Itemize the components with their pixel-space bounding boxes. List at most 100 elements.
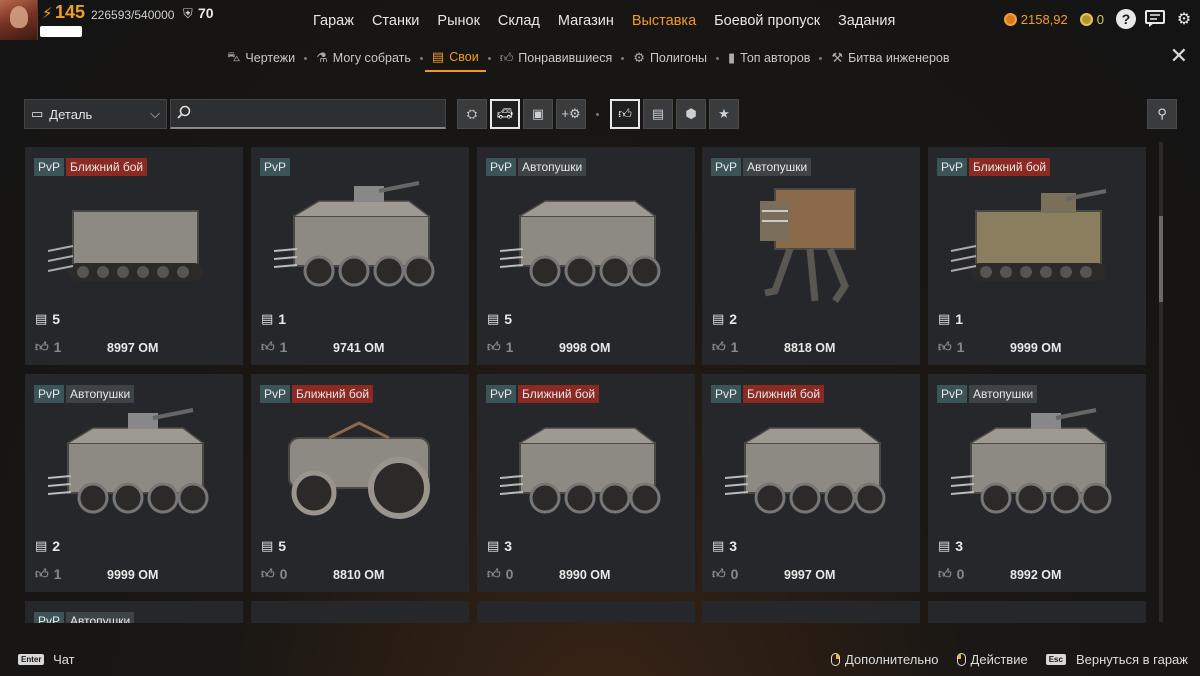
gear-icon[interactable]: ⚙ xyxy=(1174,9,1194,29)
wrench-person-icon: ⚗ xyxy=(316,50,328,65)
tag-pvp: PvP xyxy=(34,158,65,176)
saves-count: ▤ 5 xyxy=(487,311,512,327)
subtab-1[interactable]: ⚗ Могу собрать xyxy=(309,44,418,72)
blueprint-card[interactable]: PvP Ближний бой ▤ 5 👍︎ 1 8997 ОМ xyxy=(25,147,243,365)
likes-count: 👍︎ 1 xyxy=(712,339,738,355)
blueprint-card[interactable]: PvP Автопушки ▤ 5 👍︎ 1 9998 ОМ xyxy=(477,147,695,365)
nav-item-1[interactable]: Станки xyxy=(363,0,428,42)
nav-item-4[interactable]: Магазин xyxy=(549,0,623,42)
subnav-separator xyxy=(716,56,719,60)
thumbs-up-icon: 👍︎ xyxy=(487,339,501,354)
blueprint-grid: PvP Ближний бой ▤ 5 👍︎ 1 8997 ОМ PvP ▤ 1 👍︎ 1 9741… xyxy=(25,147,1146,623)
search-icon xyxy=(177,105,191,122)
blueprint-card[interactable]: PvP Автопушки ▤ 2 👍︎ 1 9999 ОМ xyxy=(25,374,243,592)
blueprint-card[interactable]: PvP Ближний бой ▤ 1 👍︎ 1 9999 ОМ xyxy=(928,147,1146,365)
subtab-5[interactable]: ▮ Топ авторов xyxy=(721,44,817,72)
vehicle-image xyxy=(946,408,1128,538)
hint-more[interactable]: Дополнительно xyxy=(830,652,939,667)
tag-pvp: PvP xyxy=(486,385,517,403)
blueprint-card-partial[interactable] xyxy=(251,601,469,623)
subtab-0[interactable]: ⛍ Чертежи xyxy=(220,44,302,72)
thumbs-up-icon: 👍︎ xyxy=(712,339,726,354)
coins-icon xyxy=(1003,13,1017,26)
tag-melee: Ближний бой xyxy=(743,385,825,403)
card-tags: PvP Ближний бой xyxy=(260,385,374,403)
filter-car-icon[interactable]: 🚙︎ xyxy=(490,99,520,129)
scroll-thumb[interactable] xyxy=(1159,216,1163,302)
blueprint-card[interactable]: PvP Ближний бой ▤ 3 👍︎ 0 9997 ОМ xyxy=(702,374,920,592)
power-score: 9741 ОМ xyxy=(333,341,385,355)
subtab-6[interactable]: ⚒ Битва инженеров xyxy=(824,44,956,72)
chat-button[interactable]: Enter Чат xyxy=(18,652,75,667)
tag-pvp: PvP xyxy=(34,385,65,403)
help-icon[interactable]: ? xyxy=(1116,9,1136,29)
blueprint-card[interactable]: PvP Ближний бой ▤ 5 👍︎ 0 8810 ОМ xyxy=(251,374,469,592)
blueprint-card[interactable]: PvP Автопушки ▤ 3 👍︎ 0 8992 ОМ xyxy=(928,374,1146,592)
saves-count: ▤ 3 xyxy=(487,538,512,554)
subtab-label: Свои xyxy=(449,50,479,64)
blueprint-card-partial[interactable] xyxy=(928,601,1146,623)
back-to-garage-button[interactable]: Esc Вернуться в гараж xyxy=(1045,652,1188,667)
nav-item-2[interactable]: Рынок xyxy=(428,0,489,42)
subtab-3[interactable]: 👍︎ Понравившиеся xyxy=(493,44,620,72)
save-disk-icon: ▤ xyxy=(431,49,445,64)
blueprint-card[interactable]: PvP Автопушки ▤ 2 👍︎ 1 8818 ОМ xyxy=(702,147,920,365)
tag-pvp: PvP xyxy=(260,158,291,176)
search-input[interactable] xyxy=(197,106,437,121)
filter-exclusive-icon[interactable]: ⬢ xyxy=(676,99,706,129)
blueprint-card[interactable]: PvP ▤ 1 👍︎ 1 9741 ОМ xyxy=(251,147,469,365)
thumbs-up-icon: 👍︎ xyxy=(712,566,726,581)
saves-value: 1 xyxy=(955,311,964,327)
filter-armored-car-icon[interactable]: ▣ xyxy=(523,99,553,129)
blueprint-card-partial[interactable] xyxy=(702,601,920,623)
blueprint-card-partial[interactable] xyxy=(477,601,695,623)
subtab-2[interactable]: ▤ Свои xyxy=(424,44,486,72)
likes-count: 👍︎ 0 xyxy=(938,566,964,582)
nav-item-0[interactable]: Гараж xyxy=(304,0,363,42)
tag-auto: Автопушки xyxy=(518,158,587,176)
player-avatar[interactable] xyxy=(0,0,38,40)
subtab-label: Полигоны xyxy=(649,51,707,65)
saves-value: 3 xyxy=(729,538,738,554)
likes-count: 👍︎ 1 xyxy=(261,339,287,355)
card-tags: PvP Ближний бой xyxy=(34,158,148,176)
card-tags: PvP Автопушки xyxy=(711,158,812,176)
filter-liked-icon[interactable]: 👍︎ xyxy=(610,99,640,129)
subnav-separator xyxy=(621,56,625,60)
category-dropdown[interactable]: ▭ Деталь ⌵ xyxy=(24,99,167,129)
vehicle-image xyxy=(495,181,677,311)
thumbs-up-icon: 👍︎ xyxy=(938,566,952,581)
likes-count: 👍︎ 1 xyxy=(487,339,513,355)
subtab-4[interactable]: ⚙ Полигоны xyxy=(626,44,714,72)
blueprint-card-partial[interactable]: PvP Автопушки xyxy=(25,601,243,623)
hint-action[interactable]: Действие xyxy=(956,652,1028,667)
close-icon[interactable]: ✕ xyxy=(1170,45,1188,67)
player-xp: 226593/540000 xyxy=(91,8,175,22)
clear-filters-icon[interactable]: ⚲ xyxy=(1147,99,1177,129)
save-disk-icon: ▤ xyxy=(35,538,48,553)
filter-saved-icon[interactable]: ▤ xyxy=(643,99,673,129)
nav-item-7[interactable]: Задания xyxy=(829,0,904,42)
likes-value: 0 xyxy=(956,566,965,582)
nav-item-3[interactable]: Склад xyxy=(489,0,549,42)
tag-pvp: PvP xyxy=(937,385,968,403)
power-score: 9998 ОМ xyxy=(559,341,611,355)
nav-item-5[interactable]: Выставка xyxy=(623,0,705,42)
grid-scrollbar[interactable] xyxy=(1159,142,1163,622)
sub-nav: ⛍ Чертежи ⚗ Могу собрать ▤ Свои 👍︎ Понравившиес… xyxy=(220,44,957,72)
car-part-icon: ▭ xyxy=(31,106,44,121)
blueprint-card[interactable]: PvP Ближний бой ▤ 3 👍︎ 0 8990 ОМ xyxy=(477,374,695,592)
likes-count: 👍︎ 1 xyxy=(35,339,61,355)
chat-bubble-icon[interactable] xyxy=(1145,9,1165,29)
filter-add-part-icon[interactable]: +⚙ xyxy=(556,99,586,129)
likes-value: 0 xyxy=(279,566,288,582)
tag-pvp: PvP xyxy=(486,158,517,176)
save-disk-icon: ▤ xyxy=(35,311,48,326)
filter-favorite-star-icon[interactable]: ★ xyxy=(709,99,739,129)
filter-drone-icon[interactable]: ⛭ xyxy=(457,99,487,129)
vehicle-image xyxy=(720,181,902,311)
likes-count: 👍︎ 1 xyxy=(938,339,964,355)
nav-item-6[interactable]: Боевой пропуск xyxy=(705,0,829,42)
likes-count: 👍︎ 1 xyxy=(35,566,61,582)
thumbs-up-icon: 👍︎ xyxy=(938,339,952,354)
